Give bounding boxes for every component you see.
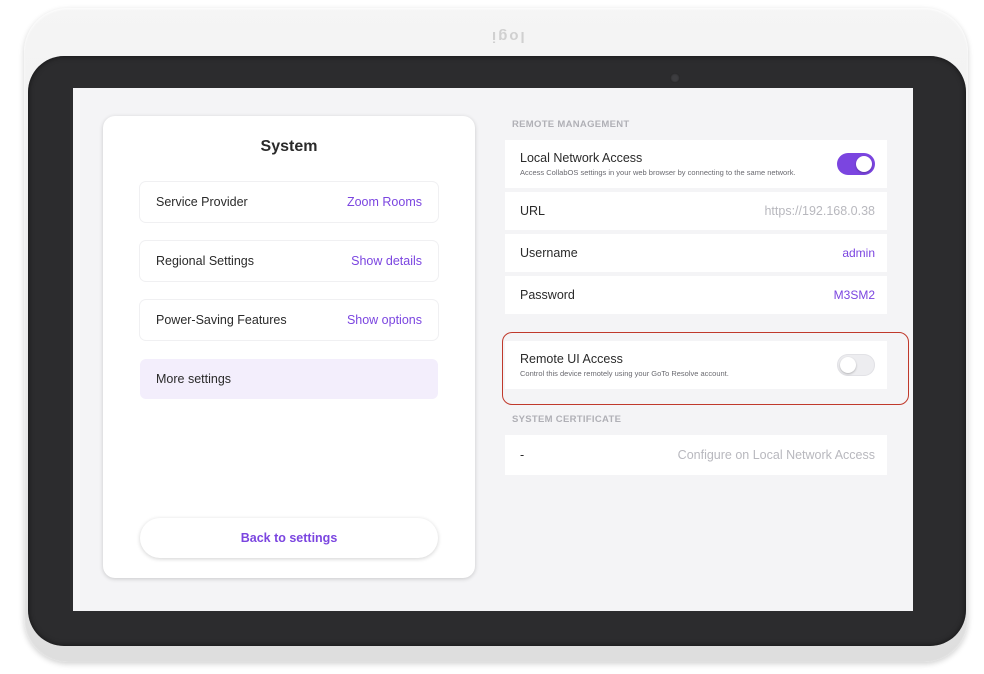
service-provider-row[interactable]: Service Provider Zoom Rooms — [140, 182, 438, 222]
url-value: https://192.168.0.38 — [764, 204, 875, 218]
regional-settings-label: Regional Settings — [156, 254, 254, 268]
system-panel: System Service Provider Zoom Rooms Regio… — [103, 116, 475, 578]
username-value[interactable]: admin — [842, 246, 875, 260]
regional-settings-row[interactable]: Regional Settings Show details — [140, 241, 438, 281]
system-certificate-heading: SYSTEM CERTIFICATE — [512, 414, 622, 425]
configure-certificate-text: Configure on Local Network Access — [677, 448, 875, 462]
power-saving-row[interactable]: Power-Saving Features Show options — [140, 300, 438, 340]
password-value[interactable]: M3SM2 — [834, 288, 875, 302]
username-label: Username — [520, 246, 578, 260]
device-brand-logo: logi — [490, 28, 525, 45]
service-provider-value[interactable]: Zoom Rooms — [347, 195, 422, 209]
local-network-access-row: Local Network Access Access CollabOS set… — [505, 140, 887, 188]
url-row: URL https://192.168.0.38 — [505, 192, 887, 230]
certificate-value: - — [520, 448, 525, 462]
url-label: URL — [520, 204, 546, 218]
regional-settings-link[interactable]: Show details — [351, 254, 422, 268]
toggle-knob — [856, 156, 872, 172]
service-provider-label: Service Provider — [156, 195, 248, 209]
panel-title: System — [260, 138, 318, 155]
power-saving-link[interactable]: Show options — [347, 313, 422, 327]
back-to-settings-button[interactable]: Back to settings — [140, 518, 438, 558]
local-network-access-label: Local Network Access — [520, 151, 643, 165]
local-network-access-toggle[interactable] — [837, 153, 875, 175]
system-certificate-row: - Configure on Local Network Access — [505, 435, 887, 475]
power-saving-label: Power-Saving Features — [156, 313, 287, 327]
username-row: Username admin — [505, 234, 887, 272]
local-network-access-description: Access CollabOS settings in your web bro… — [520, 168, 796, 177]
password-row: Password M3SM2 — [505, 276, 887, 314]
remote-management-heading: REMOTE MANAGEMENT — [512, 119, 630, 130]
more-settings-row[interactable]: More settings — [140, 359, 438, 399]
camera-icon — [670, 73, 680, 83]
password-label: Password — [520, 288, 575, 302]
remote-ui-access-highlight — [502, 332, 909, 405]
more-settings-label: More settings — [156, 372, 232, 386]
